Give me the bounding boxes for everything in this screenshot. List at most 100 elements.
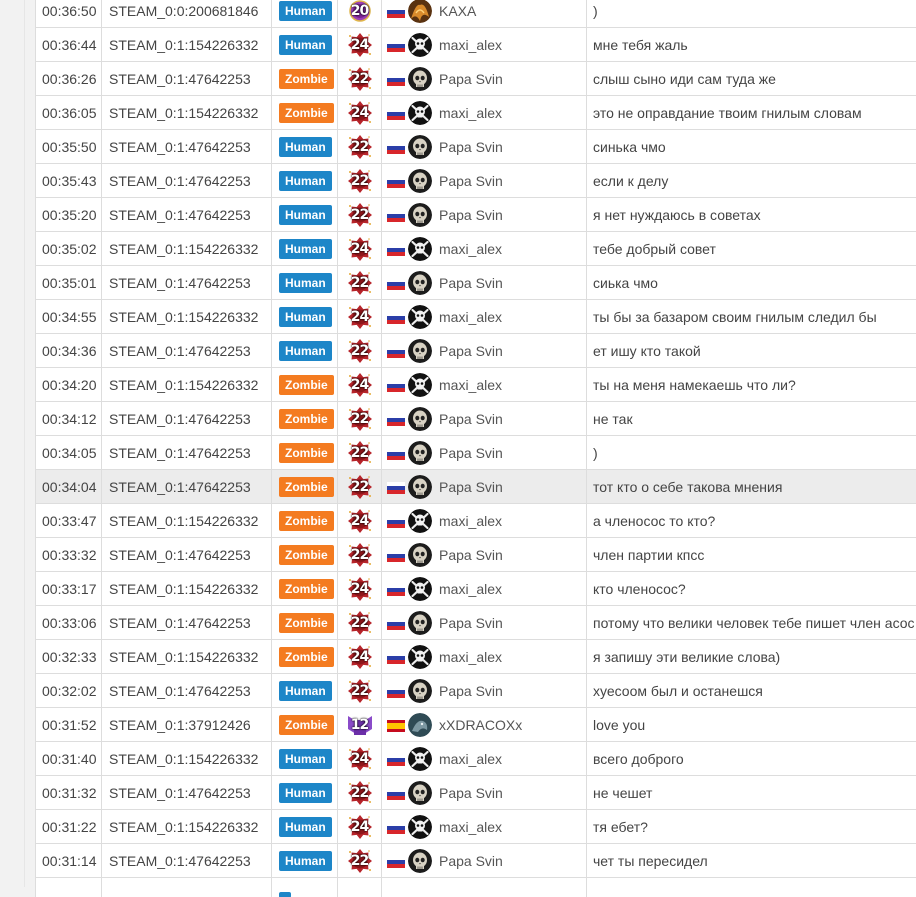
player-cell[interactable]: Papa Svin [381, 402, 586, 435]
player-cell[interactable]: Papa Svin [381, 198, 586, 231]
skull-avatar[interactable] [408, 441, 432, 465]
player-cell[interactable]: Papa Svin [381, 606, 586, 639]
player-name[interactable]: maxi_alex [439, 37, 502, 53]
player-name[interactable]: Papa Svin [439, 343, 503, 359]
message-text: а членосос то кто? [593, 513, 715, 529]
player-name[interactable]: maxi_alex [439, 649, 502, 665]
skull-crossbones-avatar[interactable] [408, 373, 432, 397]
skull-avatar[interactable] [408, 169, 432, 193]
time-text: 00:36:05 [42, 105, 97, 121]
player-cell[interactable]: xXDRACOXx [381, 708, 586, 741]
skull-crossbones-avatar[interactable] [408, 305, 432, 329]
player-cell[interactable]: Papa Svin [381, 674, 586, 707]
player-cell[interactable]: maxi_alex [381, 572, 586, 605]
skull-avatar[interactable] [408, 611, 432, 635]
team-badge: Zombie [279, 477, 334, 497]
player-name[interactable]: maxi_alex [439, 309, 502, 325]
player-name[interactable]: Papa Svin [439, 853, 503, 869]
team-cell: Zombie [271, 436, 337, 469]
player-cell[interactable]: Papa Svin [381, 62, 586, 95]
skull-avatar[interactable] [408, 203, 432, 227]
team-badge: Zombie [279, 647, 334, 667]
player-name[interactable]: maxi_alex [439, 105, 502, 121]
player-name[interactable]: Papa Svin [439, 207, 503, 223]
player-cell[interactable]: maxi_alex [381, 504, 586, 537]
player-name[interactable]: Papa Svin [439, 445, 503, 461]
player-name[interactable]: xXDRACOXx [439, 717, 522, 733]
player-cell[interactable]: Papa Svin [381, 844, 586, 877]
player-name[interactable]: Papa Svin [439, 173, 503, 189]
skull-crossbones-avatar[interactable] [408, 815, 432, 839]
player-name[interactable]: maxi_alex [439, 581, 502, 597]
player-cell[interactable]: Papa Svin [381, 470, 586, 503]
player-cell[interactable]: Papa Svin [381, 538, 586, 571]
player-cell[interactable]: maxi_alex [381, 300, 586, 333]
team-badge: Human [279, 137, 332, 157]
steamid-text: STEAM_0:1:47642253 [109, 479, 251, 495]
skull-avatar[interactable] [408, 135, 432, 159]
player-cell[interactable]: KAXA [381, 0, 586, 27]
skull-crossbones-avatar[interactable] [408, 747, 432, 771]
player-name[interactable]: Papa Svin [439, 479, 503, 495]
skull-avatar[interactable] [408, 679, 432, 703]
player-name[interactable]: Papa Svin [439, 615, 503, 631]
player-name[interactable]: maxi_alex [439, 819, 502, 835]
flag-ru-icon [387, 39, 405, 51]
skull-avatar[interactable] [408, 475, 432, 499]
player-cell[interactable]: Papa Svin [381, 334, 586, 367]
player-name[interactable]: Papa Svin [439, 411, 503, 427]
player-name[interactable]: maxi_alex [439, 241, 502, 257]
skull-crossbones-avatar[interactable] [408, 237, 432, 261]
time-text: 00:36:44 [42, 37, 97, 53]
skull-crossbones-avatar[interactable] [408, 577, 432, 601]
skull-avatar[interactable] [408, 339, 432, 363]
skull-crossbones-avatar[interactable] [408, 509, 432, 533]
rank-cell: 22 [337, 62, 381, 95]
message-text: ) [593, 445, 598, 461]
player-cell[interactable]: Papa Svin [381, 164, 586, 197]
time-cell: 00:31:22 [35, 810, 101, 843]
skull-avatar[interactable] [408, 849, 432, 873]
red-splat-rank-icon: 24 [347, 644, 373, 670]
player-cell[interactable]: Papa Svin [381, 266, 586, 299]
team-badge: Human [279, 783, 332, 803]
player-cell[interactable]: maxi_alex [381, 28, 586, 61]
message-cell: ты на меня намекаешь что ли? [586, 368, 916, 401]
player-name[interactable]: Papa Svin [439, 139, 503, 155]
player-name[interactable]: Papa Svin [439, 547, 503, 563]
player-name[interactable]: Papa Svin [439, 785, 503, 801]
skull-crossbones-avatar[interactable] [408, 645, 432, 669]
skull-avatar[interactable] [408, 543, 432, 567]
skull-avatar[interactable] [408, 271, 432, 295]
player-cell[interactable]: Papa Svin [381, 130, 586, 163]
player-cell[interactable]: maxi_alex [381, 810, 586, 843]
skull-avatar[interactable] [408, 407, 432, 431]
player-name[interactable]: maxi_alex [439, 513, 502, 529]
player-cell[interactable]: maxi_alex [381, 640, 586, 673]
rank-cell: 22 [337, 334, 381, 367]
player-name[interactable]: maxi_alex [439, 377, 502, 393]
steamid-cell: STEAM_0:1:47642253 [101, 776, 271, 809]
player-name[interactable]: Papa Svin [439, 71, 503, 87]
skull-avatar[interactable] [408, 67, 432, 91]
player-cell[interactable]: maxi_alex [381, 232, 586, 265]
player-name[interactable]: maxi_alex [439, 751, 502, 767]
player-cell[interactable]: maxi_alex [381, 742, 586, 775]
player-cell[interactable]: maxi_alex [381, 96, 586, 129]
skull-crossbones-avatar[interactable] [408, 33, 432, 57]
kaxa-avatar[interactable] [408, 0, 432, 23]
player-cell[interactable]: Papa Svin [381, 436, 586, 469]
steamid-text: STEAM_0:0:200681846 [109, 3, 258, 19]
skull-crossbones-avatar[interactable] [408, 101, 432, 125]
player-cell[interactable]: Papa Svin [381, 776, 586, 809]
player-name[interactable]: KAXA [439, 3, 476, 19]
player-cell[interactable]: maxi_alex [381, 368, 586, 401]
player-name[interactable]: Papa Svin [439, 683, 503, 699]
team-cell: Human [271, 334, 337, 367]
player-name[interactable]: Papa Svin [439, 275, 503, 291]
steamid-text: STEAM_0:1:47642253 [109, 785, 251, 801]
time-text: 00:31:22 [42, 819, 97, 835]
dragon-avatar[interactable] [408, 713, 432, 737]
rank-number: 22 [351, 445, 368, 461]
skull-avatar[interactable] [408, 781, 432, 805]
